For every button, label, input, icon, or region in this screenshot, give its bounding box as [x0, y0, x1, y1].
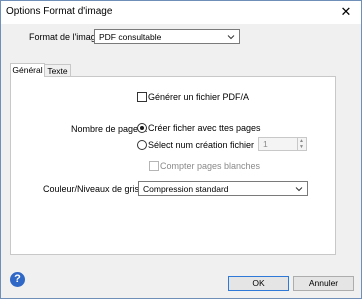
pages-label: Nombre de pages : — [71, 124, 148, 134]
close-icon[interactable]: ✕ — [337, 3, 355, 21]
stepper-down-icon[interactable]: ▼ — [299, 145, 304, 150]
color-label: Couleur/Niveaux de gris : — [43, 184, 145, 194]
dialog-title: Options Format d'image — [6, 6, 113, 17]
cancel-button[interactable]: Annuler — [293, 276, 354, 291]
radio-all-pages-label: Créer ficher avec ttes pages — [148, 123, 261, 133]
count-blank-checkbox[interactable] — [149, 161, 159, 171]
radio-select-count[interactable] — [137, 140, 147, 150]
color-select[interactable]: Compression standard — [138, 181, 308, 196]
stepper-arrows[interactable]: ▲ ▼ — [297, 138, 306, 150]
options-dialog: Options Format d'image ✕ Format de l'ima… — [0, 0, 362, 299]
title-bar: Options Format d'image ✕ — [1, 1, 361, 24]
pdfa-checkbox[interactable] — [137, 92, 147, 102]
color-select-value: Compression standard — [143, 184, 229, 194]
help-icon[interactable]: ? — [10, 272, 25, 287]
ok-button[interactable]: OK — [228, 276, 289, 291]
pdfa-checkbox-label: Générer un fichier PDF/A — [148, 92, 250, 102]
tab-general[interactable]: Général — [10, 63, 45, 77]
radio-all-pages[interactable] — [137, 123, 147, 133]
count-blank-label: Compter pages blanches — [160, 161, 261, 171]
format-select[interactable]: PDF consultable — [94, 29, 240, 44]
chevron-down-icon — [295, 187, 303, 192]
pages-count-value: 1 — [263, 139, 268, 149]
format-select-value: PDF consultable — [99, 32, 162, 42]
chevron-down-icon — [227, 35, 235, 40]
radio-select-count-label: Sélect num création fichier — [148, 140, 255, 150]
pages-count-stepper[interactable]: 1 ▲ ▼ — [258, 137, 307, 151]
